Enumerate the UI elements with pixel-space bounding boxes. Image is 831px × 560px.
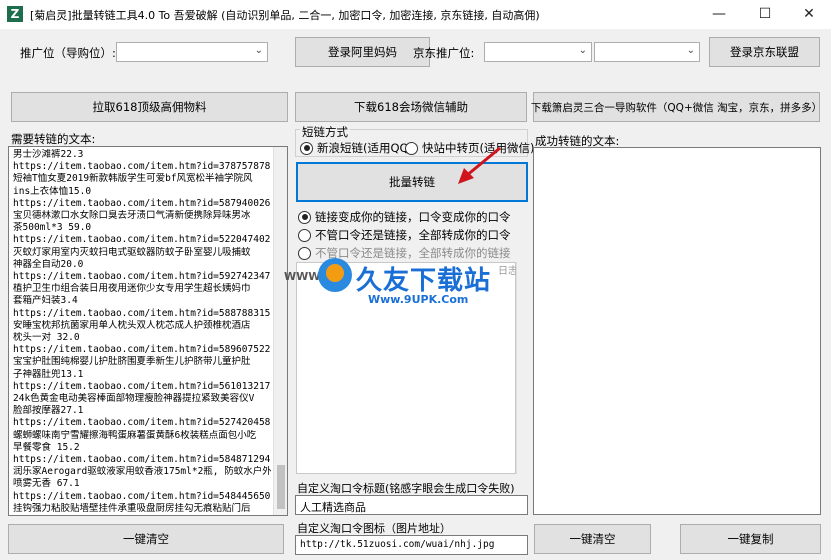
chevron-down-icon: ⌄ bbox=[686, 45, 695, 56]
source-line: 早餐零食 15.2 bbox=[13, 441, 80, 453]
close-button[interactable]: ✕ bbox=[787, 0, 831, 29]
log-label: 日志 bbox=[498, 266, 518, 277]
source-line: https://item.taobao.com/item.htm?id=5896… bbox=[13, 344, 271, 356]
app-icon: Z bbox=[7, 6, 23, 22]
radio-unselected-icon bbox=[298, 246, 311, 260]
window-title: [菊启灵]批量转链工具4.0 To 吾爱破解 (自动识别单品, 二合一, 加密口… bbox=[30, 9, 540, 22]
chevron-down-icon: ⌄ bbox=[254, 45, 263, 56]
source-line: 喷雾无香 67.1 bbox=[13, 478, 80, 490]
custom-title-input[interactable]: 人工精选商品 bbox=[295, 495, 528, 515]
source-text: 男士沙滩裤22.3 https://item.taobao.com/item.ht… bbox=[9, 147, 275, 516]
jd-pid-label: 京东推广位: bbox=[413, 46, 475, 60]
radio-selected-icon bbox=[300, 141, 313, 155]
source-line: 24k色黄金电动美容棒面部物理瘦脸神器提拉紧致美容仪V bbox=[13, 393, 255, 405]
source-line: https://item.taobao.com/item.htm?id=5484… bbox=[13, 490, 271, 502]
source-line: 套箱产妇装3.4 bbox=[13, 295, 78, 307]
source-textarea[interactable]: 男士沙滩裤22.3 https://item.taobao.com/item.ht… bbox=[8, 146, 288, 516]
taobao-pid-select[interactable]: ⌄ bbox=[116, 42, 268, 62]
radio-unselected-icon bbox=[405, 141, 418, 155]
custom-icon-input[interactable]: http://tk.51zuosi.com/wuai/nhj.jpg bbox=[295, 535, 528, 555]
source-line: 宝宝护肚围纯棉婴儿护肚脐围夏季新生儿护脐带儿童护肚 bbox=[13, 356, 251, 368]
source-line: 脸部按摩器27.1 bbox=[13, 405, 84, 417]
option-2-label: 不管口令还是链接，全部转成你的口令 bbox=[315, 228, 511, 242]
source-line: ins上衣体恤15.0 bbox=[13, 185, 92, 197]
watermark-url: Www.9UPK.Com bbox=[368, 293, 469, 306]
source-label: 需要转链的文本: bbox=[11, 132, 96, 146]
short-link-label: 短链方式 bbox=[300, 124, 350, 140]
source-line: 子神器肚兜13.1 bbox=[13, 368, 84, 380]
radio-unselected-icon bbox=[298, 228, 311, 242]
arrow-annotation-icon bbox=[458, 146, 501, 184]
source-scroll-thumb[interactable] bbox=[277, 465, 285, 509]
radio-new-short-link[interactable]: 新浪短链(适用QQ) bbox=[300, 140, 413, 156]
source-line: 枕头一对 32.0 bbox=[13, 332, 80, 344]
source-line: https://item.taobao.com/item.htm?id=5220… bbox=[13, 234, 271, 246]
source-line: 润乐家Aerogard驱蚊液家用蚊香液175ml*2瓶, 防蚊水户外 bbox=[13, 466, 271, 478]
source-line: 神器全自动20.0 bbox=[13, 258, 84, 270]
taobao-pid-label: 推广位（导购位）: bbox=[20, 46, 116, 60]
log-scrollbar[interactable] bbox=[516, 262, 528, 474]
fetch-618-button[interactable]: 拉取618顶级高佣物料 bbox=[11, 92, 288, 122]
source-line: 安睡宝枕邦抗菌家用单人枕头双人枕芯成人护颈椎枕酒店 bbox=[13, 319, 251, 331]
source-line: 男士沙滩裤22.3 bbox=[13, 149, 84, 160]
source-line: 茶500ml*3 59.0 bbox=[13, 222, 92, 234]
source-line: https://item.taobao.com/item.htm?id=5887… bbox=[13, 307, 271, 319]
title-bar: Z [菊启灵]批量转链工具4.0 To 吾爱破解 (自动识别单品, 二合一, 加… bbox=[0, 0, 831, 29]
option-1-radio[interactable]: 链接变成你的链接，口令变成你的口令 bbox=[298, 209, 511, 225]
chevron-down-icon: ⌄ bbox=[578, 45, 587, 56]
login-jd-button[interactable]: 登录京东联盟 bbox=[709, 37, 820, 67]
radio-selected-icon bbox=[298, 210, 311, 224]
source-line: 挂钩强力粘胶贴墙壁挂件承重吸盘厨房挂勾无痕粘贴门后 bbox=[13, 502, 251, 514]
watermark-logo-icon bbox=[318, 258, 352, 292]
source-line: https://item.taobao.com/item.htm?id=5274… bbox=[13, 417, 271, 429]
source-scrollbar[interactable] bbox=[273, 147, 287, 515]
source-line: https://item.taobao.com/item.htm?id=3787… bbox=[13, 161, 271, 173]
source-line: https://item.taobao.com/item.htm?id=5848… bbox=[13, 454, 271, 466]
minimize-button[interactable]: — bbox=[697, 0, 741, 29]
source-line: https://item.taobao.com/item.htm?id=5879… bbox=[13, 197, 271, 209]
copy-result-button[interactable]: 一键复制 bbox=[680, 524, 821, 554]
clear-source-button[interactable]: 一键清空 bbox=[8, 524, 284, 554]
source-line: 宝贝德林漱口水女除口臭去牙渍口气清新便携除异味男冰 bbox=[13, 210, 251, 222]
jd-pid-select-1[interactable]: ⌄ bbox=[484, 42, 592, 62]
radio-new-label: 新浪短链(适用QQ) bbox=[317, 141, 414, 155]
result-textarea[interactable] bbox=[533, 147, 821, 515]
login-taobao-button[interactable]: 登录阿里妈妈 bbox=[295, 37, 430, 67]
source-line: 免打孔粘钩8.3 bbox=[13, 515, 271, 516]
custom-icon-label: 自定义淘口令图标（图片地址） bbox=[297, 522, 451, 535]
clear-result-button[interactable]: 一键清空 bbox=[534, 524, 651, 554]
option-1-label: 链接变成你的链接，口令变成你的口令 bbox=[315, 210, 511, 224]
source-line: https://item.taobao.com/item.htm?id=5927… bbox=[13, 271, 271, 283]
jd-pid-select-2[interactable]: ⌄ bbox=[594, 42, 700, 62]
custom-title-label: 自定义淘口令标题(铭感字眼会生成口令失败) bbox=[297, 482, 515, 495]
source-line: 植护卫生巾组合装日用夜用迷你少女专用学生超长姨妈巾 bbox=[13, 283, 251, 295]
download-software-button[interactable]: 下载箫启灵三合一导购软件（QQ+微信 淘宝，京东，拼多多） bbox=[531, 92, 822, 122]
option-3-label: 不管口令还是链接，全部转成你的链接 bbox=[315, 246, 511, 260]
source-line: 短袖T恤女夏2019新款韩版学生可爱bf风宽松半袖学院风 bbox=[13, 173, 253, 185]
download-618-wechat-button[interactable]: 下载618会场微信辅助 bbox=[295, 92, 527, 122]
source-line: 螺蛳螺味南宁雪耀擦海鸭蛋麻薯蛋黄酥6枚装糕点面包小吃 bbox=[13, 429, 257, 441]
source-line: 灭蚊灯家用室内灭蚊扫电式驱蚊器防蚊子卧室婴儿吸捕蚊 bbox=[13, 246, 251, 258]
watermark-logo: 久友下载站 bbox=[356, 266, 492, 296]
source-line: https://item.taobao.com/item.htm?id=5610… bbox=[13, 380, 271, 392]
maximize-button[interactable]: ☐ bbox=[743, 0, 787, 29]
option-2-radio[interactable]: 不管口令还是链接，全部转成你的口令 bbox=[298, 227, 511, 243]
